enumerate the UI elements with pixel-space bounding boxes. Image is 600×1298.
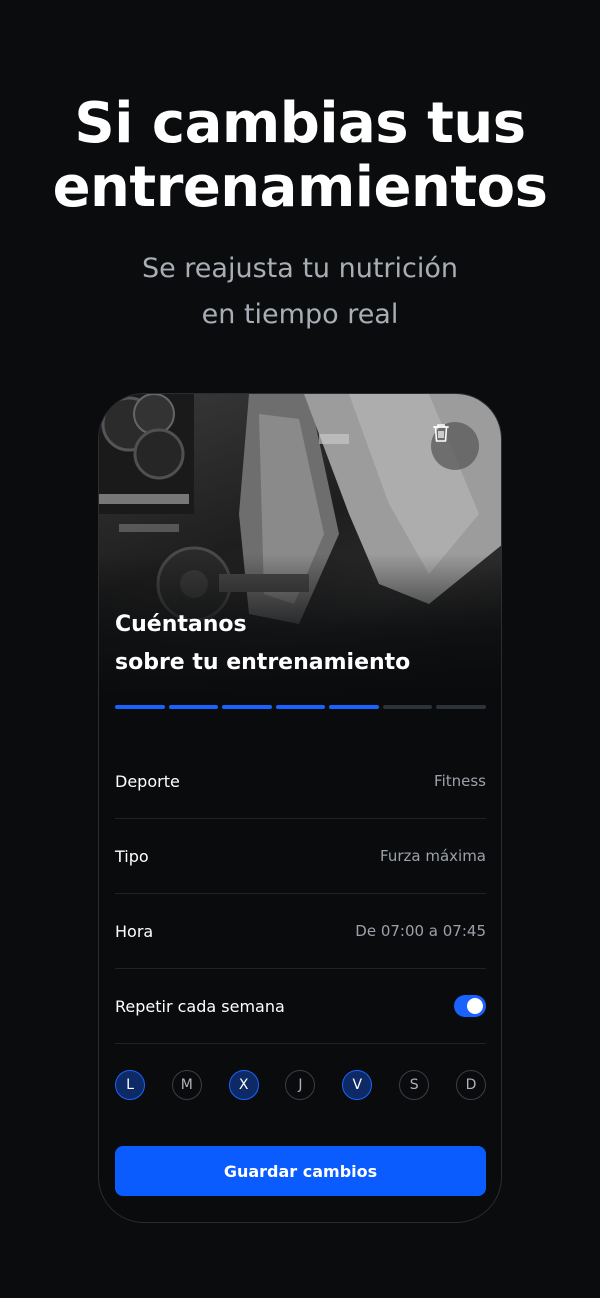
row-sport[interactable]: Deporte Fitness — [115, 744, 486, 819]
step-progress — [115, 705, 487, 709]
row-type[interactable]: Tipo Furza máxima — [115, 819, 486, 894]
day-chip[interactable]: D — [455, 1070, 486, 1100]
phone-mockup: Cuéntanos sobre tu entrenamiento Deporte… — [98, 393, 502, 1223]
day-chip[interactable]: M — [171, 1070, 202, 1100]
progress-segment — [382, 705, 433, 709]
row-sport-label: Deporte — [115, 771, 180, 791]
day-chip[interactable]: L — [115, 1070, 145, 1100]
delete-button[interactable] — [431, 422, 479, 470]
toggle-knob — [467, 998, 483, 1014]
row-type-value: Furza máxima — [380, 847, 486, 865]
row-time-value: De 07:00 a 07:45 — [355, 922, 486, 940]
row-repeat-weekly: Repetir cada semana — [115, 969, 486, 1044]
progress-segment — [168, 705, 219, 709]
headline-line-1: Si cambias tus — [74, 91, 526, 156]
day-chip[interactable]: J — [285, 1070, 316, 1100]
row-time-label: Hora — [115, 921, 154, 941]
weekday-selector: LMXJVSD — [115, 1070, 486, 1100]
day-chip[interactable]: X — [228, 1070, 259, 1100]
subheadline-line-1: Se reajusta tu nutrición — [141, 253, 459, 284]
row-type-label: Tipo — [115, 846, 149, 866]
save-changes-button[interactable]: Guardar cambios — [115, 1146, 486, 1196]
progress-segment — [436, 705, 487, 709]
card-title: Cuéntanos sobre tu entrenamiento — [115, 606, 495, 682]
day-chip[interactable]: S — [399, 1070, 430, 1100]
progress-segment — [222, 705, 272, 709]
trash-icon — [433, 424, 449, 442]
subheadline-line-2: en tiempo real — [201, 299, 399, 330]
progress-segment — [115, 705, 165, 709]
repeat-weekly-toggle[interactable] — [454, 995, 486, 1017]
progress-segment — [275, 705, 326, 709]
row-time[interactable]: Hora De 07:00 a 07:45 — [115, 894, 486, 969]
headline-line-2: entrenamientos — [52, 155, 548, 220]
repeat-weekly-label: Repetir cada semana — [115, 996, 285, 1016]
row-sport-value: Fitness — [434, 772, 486, 790]
card-title-line-2: sobre tu entrenamiento — [115, 650, 411, 675]
hero-image: Cuéntanos sobre tu entrenamiento — [99, 394, 501, 694]
subheadline: Se reajusta tu nutrición en tiempo real — [0, 246, 600, 338]
progress-segment — [329, 705, 379, 709]
headline: Si cambias tus entrenamientos — [0, 92, 600, 220]
card-title-line-1: Cuéntanos — [115, 612, 247, 637]
day-chip[interactable]: V — [342, 1070, 373, 1100]
